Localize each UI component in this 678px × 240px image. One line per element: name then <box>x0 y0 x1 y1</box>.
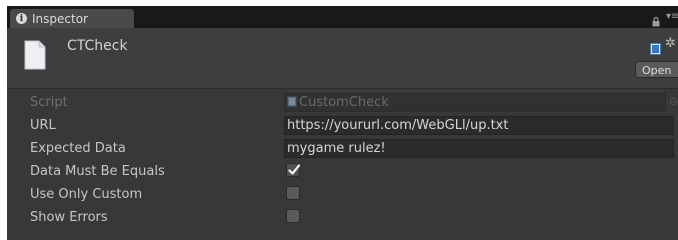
tab-bar: i Inspector ▾≡ <box>7 6 678 28</box>
expected-data-field[interactable]: mygame rulez! <box>284 139 674 158</box>
script-icon[interactable] <box>650 40 661 59</box>
use-only-custom-label: Use Only Custom <box>30 187 143 202</box>
info-icon: i <box>16 13 27 24</box>
tab-inspector[interactable]: i Inspector <box>10 9 134 28</box>
url-field[interactable]: https://yoururl.com/WebGLl/up.txt <box>284 116 674 135</box>
panel-menu-icon[interactable]: ▾≡ <box>666 12 678 22</box>
component-header: CTCheck ✲ Open <box>7 28 678 89</box>
open-button[interactable]: Open <box>635 61 678 78</box>
script-label: Script <box>30 95 68 110</box>
row-url: URL https://yoururl.com/WebGLl/up.txt <box>7 114 678 137</box>
show-errors-checkbox[interactable] <box>286 209 300 223</box>
row-script: Script CustomCheck ⊙ <box>7 91 678 114</box>
cs-script-icon <box>287 95 297 111</box>
script-field: CustomCheck <box>284 93 666 112</box>
data-must-be-equals-label: Data Must Be Equals <box>30 164 165 179</box>
gear-icon[interactable]: ✲ <box>665 36 676 51</box>
inspector-window: i Inspector ▾≡ CTCheck ✲ Open Script Cus… <box>7 6 678 240</box>
row-use-only-custom: Use Only Custom <box>7 183 678 206</box>
script-value: CustomCheck <box>299 95 389 110</box>
row-expected-data: Expected Data mygame rulez! <box>7 137 678 160</box>
use-only-custom-checkbox[interactable] <box>286 186 300 200</box>
url-label: URL <box>30 118 56 133</box>
data-must-be-equals-checkbox[interactable] <box>286 163 301 177</box>
expected-data-label: Expected Data <box>30 141 126 156</box>
checkmark-icon <box>287 162 301 181</box>
document-icon <box>24 40 46 74</box>
component-title: CTCheck <box>67 38 128 54</box>
row-data-must-be-equals: Data Must Be Equals <box>7 160 678 183</box>
object-picker-icon: ⊙ <box>669 95 678 108</box>
row-show-errors: Show Errors <box>7 206 678 229</box>
tab-label: Inspector <box>32 11 88 26</box>
show-errors-label: Show Errors <box>30 210 108 225</box>
